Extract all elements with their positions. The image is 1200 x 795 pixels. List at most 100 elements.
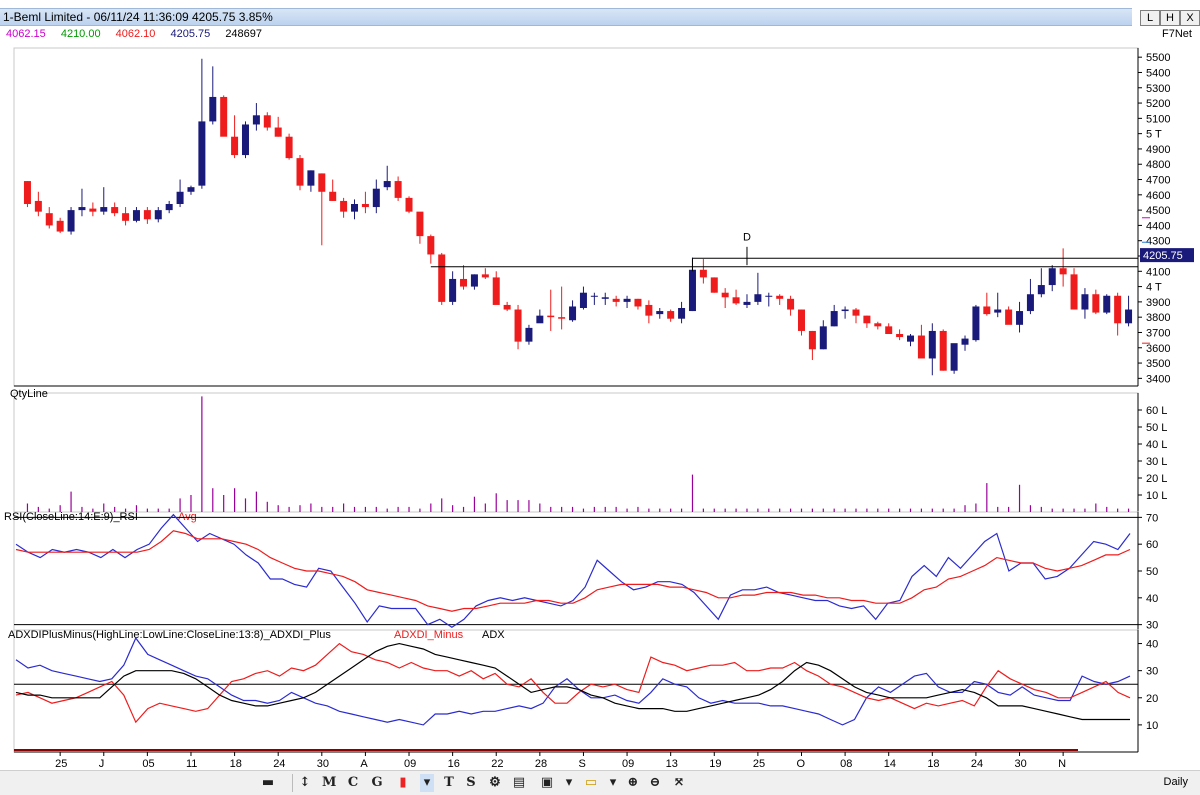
candle-body	[634, 298, 642, 307]
candle-body	[917, 335, 925, 359]
candle-body	[252, 115, 260, 125]
candle-body	[601, 297, 609, 299]
save-icon[interactable]: ▣	[540, 774, 554, 792]
x-tick-label: J	[99, 758, 105, 770]
y-tick-label: 5200	[1146, 98, 1170, 110]
x-tick-label: 16	[448, 758, 460, 770]
title-bar: 1-Beml Limited - 06/11/24 11:36:09 4205.…	[0, 0, 1200, 26]
zoom-out-icon[interactable]: ⊖	[648, 774, 662, 792]
tool-m-button[interactable]: M	[322, 774, 336, 792]
candle-body	[198, 121, 206, 186]
candle-body	[525, 327, 533, 342]
settings-gear-icon[interactable]: ⚙	[488, 774, 502, 792]
y-tick-label: 4 T	[1146, 282, 1162, 294]
candle-body	[961, 338, 969, 345]
candle-body	[438, 254, 446, 302]
y-tick-label: 4700	[1146, 175, 1170, 187]
candle-body	[1103, 295, 1111, 313]
candle-body	[1037, 285, 1045, 295]
adx-plus-line	[15, 636, 1131, 726]
candle-body	[23, 181, 31, 204]
x-tick-label: 22	[491, 758, 503, 770]
tool-s-button[interactable]: S	[464, 774, 478, 792]
candle-body	[492, 277, 500, 305]
candle-body	[743, 301, 751, 305]
candle-body	[481, 274, 489, 278]
open-dropdown-icon[interactable]: ▾	[606, 774, 620, 792]
candle-body	[710, 277, 718, 293]
candle-body	[1114, 295, 1122, 324]
save-dropdown-icon[interactable]: ▾	[562, 774, 576, 792]
window-button-l[interactable]: L	[1140, 10, 1160, 26]
candle-body	[78, 207, 86, 211]
candle-body	[950, 343, 958, 371]
pointer-icon[interactable]: ↕	[298, 774, 312, 792]
brand-label: F7Net	[1162, 28, 1192, 40]
open-folder-icon[interactable]: ▭	[584, 774, 598, 792]
candle-body	[1005, 309, 1013, 325]
y-tick-label: 50 L	[1146, 422, 1167, 434]
low-value: 4062.10	[115, 28, 156, 40]
candle-body	[928, 330, 936, 359]
bottom-toolbar: ▬ ↕ M C G ▮ ▾ T S ⚙ ▤ ▣ ▾ ▭ ▾ ⊕ ⊖ ⤧ Dail…	[0, 770, 1200, 795]
x-tick-label: 24	[273, 758, 285, 770]
candle-body	[732, 297, 740, 304]
scroll-handle-icon[interactable]: ▬	[258, 774, 278, 792]
x-tick-label: 13	[666, 758, 678, 770]
tool-c-button[interactable]: C	[346, 774, 360, 792]
candle-body	[787, 298, 795, 310]
candle-body	[154, 210, 162, 220]
candle-body	[699, 269, 707, 278]
dropdown-icon[interactable]: ▾	[420, 774, 434, 792]
y-tick-label: 50	[1146, 566, 1158, 578]
candle-body	[972, 306, 980, 341]
table-icon[interactable]: ▤	[512, 774, 526, 792]
window-button-close[interactable]: X	[1180, 10, 1200, 26]
candle-body	[176, 191, 184, 204]
y-tick-label: 10 L	[1146, 490, 1167, 502]
y-tick-label: 70	[1146, 512, 1158, 524]
candle-body	[1016, 311, 1024, 325]
candle-body	[863, 315, 871, 324]
candle-body	[460, 278, 468, 287]
pane-frame	[13, 511, 1139, 631]
candle-body	[656, 311, 664, 315]
adx-pane-label: ADXDIPlusMinus(HighLine:LowLine:CloseLin…	[8, 629, 331, 641]
candle-body	[45, 213, 53, 226]
window-button-h[interactable]: H	[1160, 10, 1180, 26]
y-tick-label: 40	[1146, 593, 1158, 605]
candle-body	[100, 207, 108, 212]
candle-body	[34, 200, 42, 212]
y-tick-label: 30	[1146, 666, 1158, 678]
x-tick-label: 30	[1015, 758, 1027, 770]
tool-g-button[interactable]: G	[370, 774, 384, 792]
candle-body	[841, 309, 849, 312]
y-tick-label: 3800	[1146, 312, 1170, 324]
y-tick-label: 3500	[1146, 358, 1170, 370]
y-tick-label: 30	[1146, 620, 1158, 632]
x-tick-label: O	[796, 758, 805, 770]
candle-body	[939, 330, 947, 371]
candle-body	[896, 334, 904, 338]
high-value: 4210.00	[60, 28, 101, 40]
candle-body	[67, 210, 75, 232]
candle-body	[340, 200, 348, 212]
candle-style-icon[interactable]: ▮	[396, 774, 410, 792]
zoom-in-icon[interactable]: ⊕	[626, 774, 640, 792]
fit-screen-icon[interactable]: ⤧	[672, 774, 686, 792]
open-value: 4062.15	[6, 28, 46, 40]
x-tick-label: A	[360, 758, 368, 770]
y-tick-label: 4900	[1146, 144, 1170, 156]
y-tick-label: 5300	[1146, 83, 1170, 95]
period-label: Daily	[1163, 776, 1188, 788]
candle-body	[263, 115, 271, 128]
candle-body	[318, 173, 326, 192]
candle-body	[819, 326, 827, 350]
tool-t-button[interactable]: T	[442, 774, 456, 792]
candle-body	[754, 294, 762, 302]
y-tick-label: 60	[1146, 539, 1158, 551]
candle-body	[667, 311, 675, 319]
adx-minus-line	[15, 642, 1131, 724]
chart-canvas[interactable]: 5500 5400 5300 5200 5100 5 T 4900 4800 4700 4600 4…	[0, 40, 1200, 770]
y-tick-label: 60 L	[1146, 405, 1167, 417]
